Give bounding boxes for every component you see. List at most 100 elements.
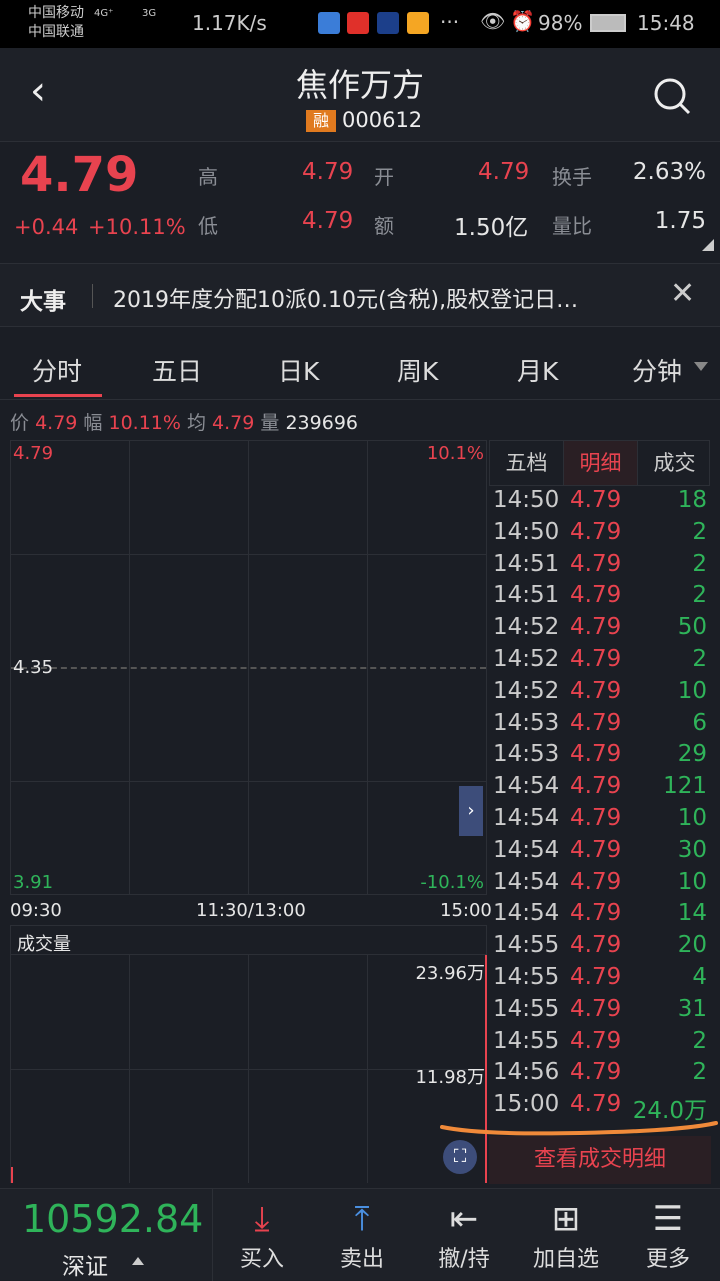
expand-corner-icon[interactable] [702, 239, 714, 251]
amount-value: 1.50亿 [454, 215, 529, 241]
sell-icon: ⤒ [354, 1199, 370, 1239]
tick-price: 4.79 [570, 1027, 622, 1054]
network-4g: 4G⁺ [94, 8, 114, 19]
carrier-1: 中国移动 [28, 5, 84, 21]
alarm-icon: ⏰ [510, 9, 535, 33]
tick-row: 14:54 4.79 30 [489, 837, 711, 869]
tick-time: 14:54 [493, 900, 560, 927]
index-name[interactable]: 深证 [62, 1247, 108, 1281]
info-price: 4.79 [35, 412, 78, 434]
axis-bottom-price: 3.91 [13, 872, 54, 893]
more-button[interactable]: ☰ 更多 [618, 1197, 718, 1273]
tick-time: 14:54 [493, 836, 560, 863]
tick-time: 14:54 [493, 805, 560, 831]
tick-row: 14:50 4.79 2 [489, 519, 711, 551]
tick-row: 14:54 4.79 10 [489, 869, 711, 901]
tab-monthly-k[interactable]: 月K [517, 352, 558, 388]
tick-volume: 31 [677, 995, 707, 1022]
tick-volume: 2 [692, 1027, 707, 1054]
tick-time: 14:56 [493, 1059, 560, 1086]
tick-volume: 2 [692, 646, 707, 672]
tab-weekly-k[interactable]: 周K [397, 352, 438, 388]
tick-price: 4.79 [570, 709, 622, 736]
tick-time: 14:55 [493, 932, 560, 959]
tick-volume: 50 [677, 614, 707, 641]
tick-volume: 2 [692, 550, 707, 577]
net-speed: 1.17K/s [192, 11, 267, 35]
divider [92, 284, 93, 308]
prev-close-line [11, 667, 486, 669]
tab-intraday[interactable]: 分时 [32, 352, 82, 388]
close-icon[interactable]: ✕ [670, 276, 695, 311]
tick-volume: 2 [692, 518, 707, 545]
fullscreen-icon[interactable]: ⛶ [443, 1140, 477, 1174]
tick-time: 14:51 [493, 550, 560, 577]
tick-row: 14:55 4.79 31 [489, 996, 711, 1028]
price-chart[interactable]: 4.79 10.1% 4.35 3.91 -10.1% › [10, 440, 487, 895]
news-text[interactable]: 2019年度分配10派0.10元(含税),股权登记日… [113, 282, 578, 314]
tick-volume: 29 [677, 741, 707, 768]
tick-price: 4.79 [570, 741, 622, 768]
tick-time: 14:52 [493, 677, 560, 704]
tick-price: 4.79 [570, 773, 622, 800]
add-watchlist-button[interactable]: ⊞ 加自选 [516, 1197, 616, 1273]
tick-volume: 10 [677, 868, 707, 895]
tick-price: 4.79 [570, 900, 622, 927]
plus-box-icon: ⊞ [551, 1199, 581, 1239]
tick-row: 14:52 4.79 10 [489, 678, 711, 710]
tick-row: 14:55 4.79 20 [489, 932, 711, 964]
tick-time: 14:54 [493, 868, 560, 895]
high-label: 高 [198, 165, 218, 189]
last-price: 4.79 [20, 147, 139, 203]
tick-time: 14:50 [493, 518, 560, 545]
amount-label: 额 [374, 214, 394, 238]
open-value: 4.79 [478, 159, 530, 185]
cancel-hold-button[interactable]: ⇤ 撤/持 [414, 1197, 514, 1273]
tick-row: 14:56 4.79 2 [489, 1059, 711, 1091]
carrier-2: 中国联通 [28, 24, 84, 40]
tick-time: 14:54 [493, 773, 560, 800]
time-end: 15:00 [440, 900, 492, 921]
weibo-icon [407, 12, 429, 34]
cancel-icon: ⇤ [449, 1199, 479, 1239]
buy-button[interactable]: ⤓ 买入 [212, 1197, 312, 1273]
axis-mid-price: 4.35 [13, 657, 54, 678]
tick-price: 4.79 [570, 646, 622, 672]
tick-price: 4.79 [570, 868, 622, 895]
tick-list[interactable]: 14:50 4.79 18 14:50 4.79 2 14:51 4.79 2 14:51 4.79… [489, 487, 711, 1127]
axis-top-price: 4.79 [13, 443, 54, 464]
battery-percent: 98% [538, 11, 583, 35]
volume-axis-mid: 11.98万 [415, 1067, 485, 1088]
chart-tabs: 分时 五日 日K 周K 月K 分钟 [0, 338, 720, 400]
app-icon [318, 12, 340, 34]
price-change: +0.44 [14, 215, 79, 239]
view-trade-detail-button[interactable]: 查看成交明细 [489, 1136, 711, 1184]
tab-minute[interactable]: 分钟 [632, 352, 682, 388]
buy-icon: ⤓ [254, 1199, 270, 1239]
tick-row: 14:54 4.79 14 [489, 900, 711, 932]
chevron-right-icon[interactable]: › [459, 786, 483, 836]
news-bar[interactable]: 大事 2019年度分配10派0.10元(含税),股权登记日… ✕ [0, 263, 720, 327]
clock: 15:48 [637, 11, 695, 35]
tick-time: 14:53 [493, 709, 560, 736]
tab-tick-detail[interactable]: 明细 [563, 441, 638, 485]
tab-trades[interactable]: 成交 [638, 441, 711, 485]
index-value[interactable]: 10592.84 [22, 1197, 203, 1241]
battery-icon [590, 14, 626, 32]
tick-price: 4.79 [570, 805, 622, 831]
chevron-up-icon[interactable] [132, 1257, 144, 1265]
sell-button[interactable]: ⤒ 卖出 [312, 1197, 412, 1273]
status-bar: 中国移动 中国联通 4G⁺ 3G 1.17K/s ··· 👁 ⏰ 98% 15:4… [0, 0, 720, 48]
quote-panel: 4.79 +0.44 +10.11% 高 4.79 开 4.79 换手 2.63… [0, 143, 720, 261]
turnover-value: 2.63% [632, 159, 706, 185]
tick-time: 15:00 [493, 1091, 560, 1118]
tick-row: 14:51 4.79 2 [489, 551, 711, 583]
tab-daily-k[interactable]: 日K [278, 352, 319, 388]
header: ‹ 焦作万方 融 000612 [0, 48, 720, 142]
tab-order-book[interactable]: 五档 [490, 441, 563, 485]
tab-five-day[interactable]: 五日 [152, 352, 202, 388]
search-icon[interactable] [652, 76, 692, 116]
tick-time: 14:51 [493, 582, 560, 609]
tick-price: 4.79 [570, 677, 622, 704]
app-icon [347, 12, 369, 34]
